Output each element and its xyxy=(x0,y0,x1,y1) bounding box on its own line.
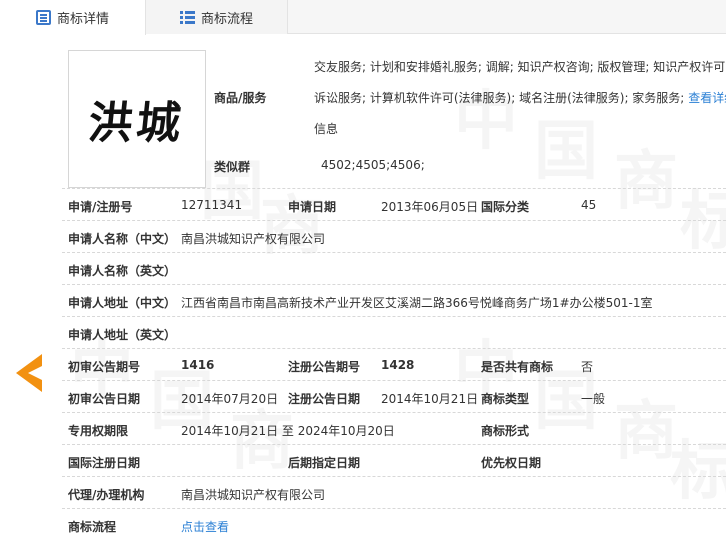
tab-trademark-flow[interactable]: 商标流程 xyxy=(146,0,288,34)
trademark-flow-label: 商标流程 xyxy=(68,520,117,534)
reg-pub-no-label: 注册公告期号 xyxy=(288,360,361,374)
row-divider xyxy=(62,348,726,349)
tm-form-label: 商标形式 xyxy=(481,424,530,438)
tab-trademark-detail[interactable]: 商标详情 xyxy=(0,0,146,35)
prelim-date-label: 初审公告日期 xyxy=(68,392,141,406)
trademark-image: 洪城 xyxy=(68,50,206,188)
row-divider xyxy=(62,188,726,189)
similar-group-label: 类似群 xyxy=(214,160,251,174)
watermark-char: 标 xyxy=(670,420,726,512)
exclusive-label: 专用权期限 xyxy=(68,424,129,438)
watermark-char: 国 xyxy=(200,140,264,232)
goods-services-line-1: 交友服务; 计划和安排婚礼服务; 调解; 知识产权咨询; 版权管理; 知识产权许… xyxy=(314,60,726,74)
watermark-char: 商 xyxy=(614,130,678,222)
reg-pub-no-value: 1428 xyxy=(381,358,415,372)
tm-type-value: 一般 xyxy=(581,392,606,406)
prelim-date-value: 2014年07月20日 xyxy=(181,392,279,406)
goods-services-line-2: 诉讼服务; 计算机软件许可(法律服务); 域名注册(法律服务); 家务服务; 查… xyxy=(314,89,726,106)
similar-group-value: 4502;4505;4506; xyxy=(321,158,425,172)
row-divider xyxy=(62,220,726,221)
row-divider xyxy=(62,252,726,253)
row-divider xyxy=(62,508,726,509)
intl-reg-date-label: 国际注册日期 xyxy=(68,456,141,470)
address-cn-value: 江西省南昌市南昌高新技术产业开发区艾溪湖二路366号悦峰商务广场1#办公楼501… xyxy=(181,296,653,310)
tm-type-label: 商标类型 xyxy=(481,392,530,406)
goods-services-line-2-text: 诉讼服务; 计算机软件许可(法律服务); 域名注册(法律服务); 家务服务; xyxy=(314,91,685,105)
reg-pub-date-value: 2014年10月21日 xyxy=(381,392,479,406)
row-divider xyxy=(62,412,726,413)
tab-trademark-detail-label: 商标详情 xyxy=(56,12,109,27)
intl-class-value: 45 xyxy=(581,198,597,212)
applicant-en-label: 申请人名称（英文） xyxy=(68,264,177,278)
reg-no-value: 12711341 xyxy=(181,198,243,212)
trademark-logo-text: 洪城 xyxy=(85,98,188,149)
prelim-no-label: 初审公告期号 xyxy=(68,360,141,374)
applicant-cn-label: 申请人名称（中文） xyxy=(68,232,177,246)
document-icon xyxy=(35,10,51,25)
prelim-no-value: 1416 xyxy=(181,358,215,372)
watermark-char: 国 xyxy=(534,100,598,192)
watermark-char: 商 xyxy=(614,380,678,472)
reg-no-label: 申请/注册号 xyxy=(68,200,133,214)
list-icon xyxy=(179,10,195,25)
row-divider xyxy=(62,476,726,477)
app-date-label: 申请日期 xyxy=(288,200,337,214)
exclusive-value: 2014年10月21日 至 2024年10月20日 xyxy=(181,424,395,438)
tab-bar: 商标详情 商标流程 xyxy=(0,0,726,35)
watermark-char: 标 xyxy=(680,170,726,262)
shared-label: 是否共有商标 xyxy=(481,360,554,374)
address-en-label: 申请人地址（英文） xyxy=(68,328,177,342)
row-divider xyxy=(62,444,726,445)
agent-value: 南昌洪城知识产权有限公司 xyxy=(181,488,326,502)
later-date-label: 后期指定日期 xyxy=(288,456,361,470)
row-divider xyxy=(62,316,726,317)
app-date-value: 2013年06月05日 xyxy=(381,200,479,214)
view-details-link[interactable]: 查看详细 xyxy=(688,91,726,105)
address-cn-label: 申请人地址（中文） xyxy=(68,296,177,310)
row-divider xyxy=(62,380,726,381)
agent-label: 代理/办理机构 xyxy=(68,488,145,502)
tab-trademark-flow-label: 商标流程 xyxy=(200,11,253,27)
intl-class-label: 国际分类 xyxy=(481,200,530,214)
row-divider xyxy=(62,284,726,285)
shared-value: 否 xyxy=(581,360,594,374)
priority-label: 优先权日期 xyxy=(481,456,542,470)
watermark-char: 中 xyxy=(454,70,518,162)
prev-arrow-icon[interactable] xyxy=(16,354,42,392)
goods-services-label: 商品/服务 xyxy=(214,91,267,105)
view-details-link-continued[interactable]: 信息 xyxy=(314,120,338,137)
view-flow-link[interactable]: 点击查看 xyxy=(181,518,229,534)
applicant-cn-value: 南昌洪城知识产权有限公司 xyxy=(181,232,326,246)
reg-pub-date-label: 注册公告日期 xyxy=(288,392,361,406)
